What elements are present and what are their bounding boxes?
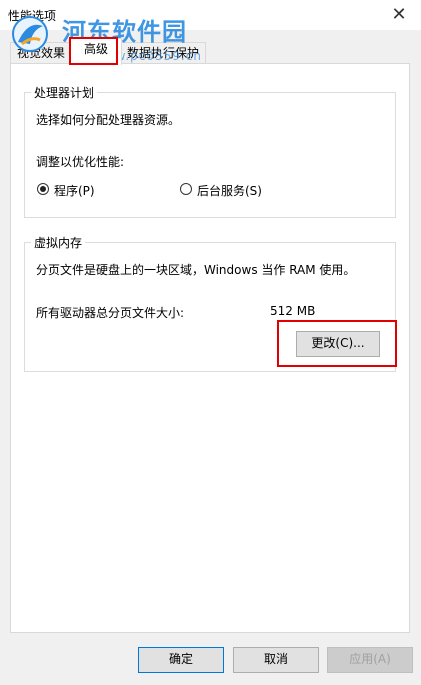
radio-programs[interactable] <box>37 183 49 195</box>
highlight-box-change-button <box>277 320 397 367</box>
radio-background-services-label[interactable]: 后台服务(S) <box>197 182 262 199</box>
cancel-button[interactable]: 取消 <box>233 647 319 673</box>
adjust-performance-label: 调整以优化性能: <box>36 155 125 169</box>
radio-programs-label[interactable]: 程序(P) <box>54 182 95 199</box>
paging-file-size-label: 所有驱动器总分页文件大小: <box>36 306 185 320</box>
highlight-box-tab <box>69 37 118 65</box>
virtual-memory-title: 虚拟内存 <box>31 234 86 251</box>
processor-description: 选择如何分配处理器资源。 <box>36 113 181 127</box>
tab-visual-effects[interactable]: 视觉效果 <box>10 42 72 64</box>
title-bar: 性能选项 ✕ <box>0 0 421 30</box>
window-title: 性能选项 <box>8 9 57 23</box>
tab-data-execution-prevention[interactable]: 数据执行保护 <box>120 42 206 64</box>
virtual-memory-description: 分页文件是硬盘上的一块区域，Windows 当作 RAM 使用。 <box>36 263 356 277</box>
ok-button[interactable]: 确定 <box>138 647 224 673</box>
apply-button[interactable]: 应用(A) <box>327 647 413 673</box>
paging-file-size-value: 512 MB <box>270 304 316 318</box>
close-icon[interactable]: ✕ <box>385 3 413 27</box>
radio-background-services[interactable] <box>180 183 192 195</box>
processor-scheduling-title: 处理器计划 <box>31 84 98 101</box>
